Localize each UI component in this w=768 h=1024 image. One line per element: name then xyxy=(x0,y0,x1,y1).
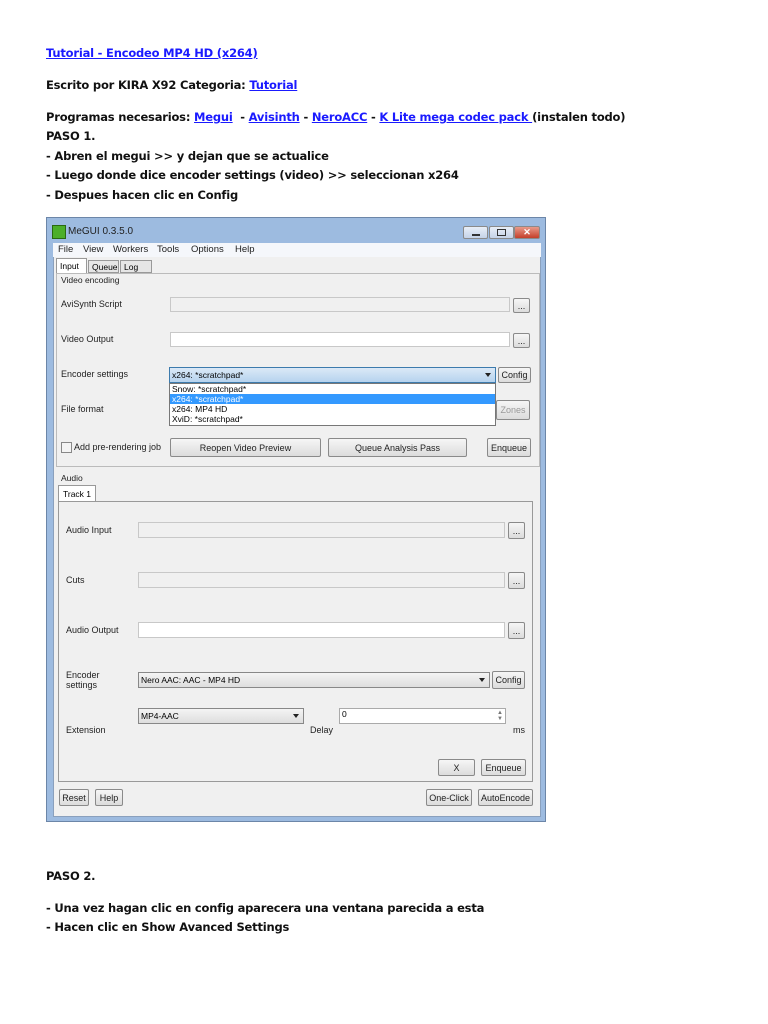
step: - Abren el megui >> y dejan que se actua… xyxy=(46,149,329,163)
track-panel xyxy=(58,501,533,782)
queue-analysis-button[interactable]: Queue Analysis Pass xyxy=(328,438,467,457)
audio-encoder-label-1: Encoder xyxy=(66,670,100,680)
paso2: PASO 2. xyxy=(46,869,96,883)
step: - Hacen clic en Show Avanced Settings xyxy=(46,920,290,934)
help-button[interactable]: Help xyxy=(95,789,123,806)
doc-title[interactable]: Tutorial - Encodeo MP4 HD (x264) xyxy=(46,46,258,60)
sep: - xyxy=(367,110,380,124)
menu-workers[interactable]: Workers xyxy=(113,244,148,255)
menu-view[interactable]: View xyxy=(83,244,103,255)
encoder-settings-label: Encoder settings xyxy=(61,369,129,379)
avisynth-input[interactable] xyxy=(170,297,510,312)
audio-encoder-select[interactable]: Nero AAC: AAC - MP4 HD xyxy=(138,672,490,688)
audio-group-label: Audio xyxy=(61,473,83,483)
encoder-option[interactable]: Snow: *scratchpad* xyxy=(170,384,495,394)
extension-value: MP4-AAC xyxy=(141,711,179,721)
author-text: Escrito por KIRA X92 Categoria: xyxy=(46,78,250,92)
chevron-down-icon xyxy=(293,714,299,718)
delay-input[interactable]: 0 ▲ ▼ xyxy=(339,708,506,724)
audio-output-label: Audio Output xyxy=(66,625,119,635)
paso1: PASO 1. xyxy=(46,129,96,143)
step: - Luego donde dice encoder settings (vid… xyxy=(46,168,459,182)
tab-log[interactable]: Log xyxy=(120,260,152,273)
audio-config-button[interactable]: Config xyxy=(492,671,525,689)
audio-input-label: Audio Input xyxy=(66,525,112,535)
link-avisinth[interactable]: Avisinth xyxy=(249,110,300,124)
link-klite[interactable]: K Lite mega codec pack xyxy=(379,110,532,124)
encoder-option[interactable]: x264: MP4 HD xyxy=(170,404,495,414)
close-icon: ✕ xyxy=(523,227,531,237)
video-group-label: Video encoding xyxy=(61,275,120,285)
delay-value: 0 xyxy=(342,709,347,719)
zones-button[interactable]: Zones xyxy=(496,400,530,420)
avisynth-label: AviSynth Script xyxy=(61,299,122,309)
autoencode-button[interactable]: AutoEncode xyxy=(478,789,533,806)
video-config-button[interactable]: Config xyxy=(498,367,531,383)
video-output-browse-button[interactable]: ... xyxy=(513,333,530,348)
step: - Despues hacen clic en Config xyxy=(46,188,239,202)
audio-remove-button[interactable]: X xyxy=(438,759,475,776)
minimize-icon xyxy=(471,233,480,236)
video-enqueue-button[interactable]: Enqueue xyxy=(487,438,531,457)
chevron-down-icon xyxy=(485,373,491,377)
file-format-label: File format xyxy=(61,404,104,414)
video-encoder-select[interactable]: x264: *scratchpad* xyxy=(169,367,496,383)
encoder-dropdown-list: Snow: *scratchpad* x264: *scratchpad* x2… xyxy=(169,383,496,426)
prerender-checkbox[interactable] xyxy=(61,442,72,453)
video-output-input[interactable] xyxy=(170,332,510,347)
link-neroacc[interactable]: NeroACC xyxy=(312,110,368,124)
sep: - xyxy=(299,110,312,124)
encoder-option[interactable]: XviD: *scratchpad* xyxy=(170,414,495,424)
audio-output-browse-button[interactable]: ... xyxy=(508,622,525,639)
audio-input-browse-button[interactable]: ... xyxy=(508,522,525,539)
cuts-browse-button[interactable]: ... xyxy=(508,572,525,589)
audio-enqueue-button[interactable]: Enqueue xyxy=(481,759,526,776)
encoder-option-selected[interactable]: x264: *scratchpad* xyxy=(170,394,495,404)
programs-label: Programas necesarios: xyxy=(46,110,195,124)
ms-label: ms xyxy=(513,725,525,735)
audio-output-input[interactable] xyxy=(138,622,505,638)
cuts-label: Cuts xyxy=(66,575,85,585)
tab-input[interactable]: Input xyxy=(56,258,87,274)
step: - Una vez hagan clic en config aparecera… xyxy=(46,901,485,915)
menu-options[interactable]: Options xyxy=(191,244,224,255)
tab-track-1[interactable]: Track 1 xyxy=(58,485,96,502)
close-button[interactable]: ✕ xyxy=(514,226,540,239)
cuts-input[interactable] xyxy=(138,572,505,588)
link-megui[interactable]: Megui xyxy=(194,110,233,124)
maximize-button[interactable] xyxy=(489,226,514,239)
chevron-down-icon xyxy=(479,678,485,682)
audio-input[interactable] xyxy=(138,522,505,538)
reset-button[interactable]: Reset xyxy=(59,789,89,806)
audio-encoder-label-2: settings xyxy=(66,680,98,690)
extension-select[interactable]: MP4-AAC xyxy=(138,708,304,724)
delay-label: Delay xyxy=(310,725,334,735)
menu-tools[interactable]: Tools xyxy=(157,244,179,255)
menu-file[interactable]: File xyxy=(58,244,73,255)
prerender-label: Add pre-rendering job xyxy=(74,442,162,452)
programs-line: Programas necesarios: Megui - Avisinth -… xyxy=(46,110,626,124)
one-click-button[interactable]: One-Click xyxy=(426,789,472,806)
video-output-label: Video Output xyxy=(61,334,114,344)
app-icon xyxy=(52,225,66,239)
menu-help[interactable]: Help xyxy=(235,244,255,255)
sep: - xyxy=(236,110,249,124)
encoder-value: x264: *scratchpad* xyxy=(172,370,244,380)
author-line: Escrito por KIRA X92 Categoria: Tutorial xyxy=(46,78,297,92)
window-title: MeGUI 0.3.5.0 xyxy=(68,226,134,237)
tab-queue[interactable]: Queue xyxy=(88,260,119,273)
reopen-preview-button[interactable]: Reopen Video Preview xyxy=(170,438,321,457)
audio-encoder-value: Nero AAC: AAC - MP4 HD xyxy=(141,675,241,685)
maximize-icon xyxy=(497,229,506,236)
extension-label: Extension xyxy=(66,725,106,735)
spinner-icon[interactable]: ▲ ▼ xyxy=(497,710,503,722)
programs-note: (instalen todo) xyxy=(532,110,626,124)
minimize-button[interactable] xyxy=(463,226,488,239)
category-link[interactable]: Tutorial xyxy=(249,78,297,92)
avisynth-browse-button[interactable]: ... xyxy=(513,298,530,313)
